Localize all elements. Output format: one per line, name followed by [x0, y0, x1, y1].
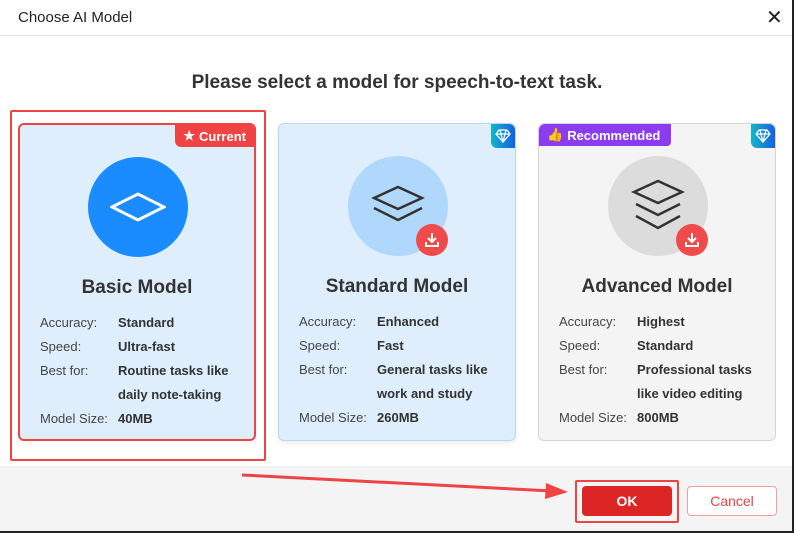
annotation-arrow — [241, 473, 568, 499]
dialog-window: Choose AI Model ✕ Please select a model … — [0, 0, 794, 533]
